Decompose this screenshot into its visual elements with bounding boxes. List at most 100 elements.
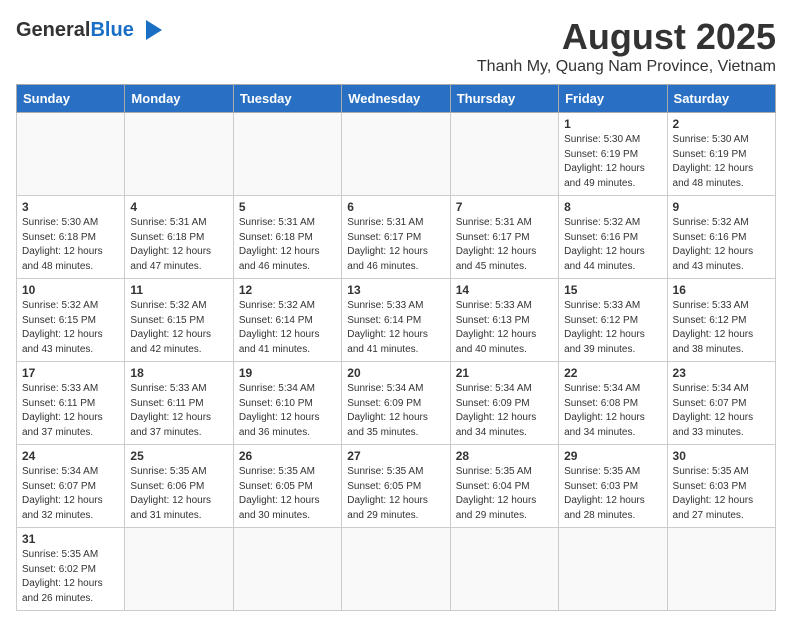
calendar-cell: 7 Sunrise: 5:31 AM Sunset: 6:17 PM Daylig… xyxy=(450,196,558,279)
day-number: 17 xyxy=(22,366,119,380)
calendar-cell: 22 Sunrise: 5:34 AM Sunset: 6:08 PM Dayli… xyxy=(559,362,667,445)
calendar-cell xyxy=(125,528,233,611)
day-info: Sunrise: 5:30 AM Sunset: 6:19 PM Dayligh… xyxy=(673,133,770,191)
calendar-cell: 1 Sunrise: 5:30 AM Sunset: 6:19 PM Daylig… xyxy=(559,113,667,196)
calendar-cell: 5Sunrise: 5:31 AM Sunset: 6:18 PM Daylig… xyxy=(233,196,341,279)
calendar-week-row: 31 Sunrise: 5:35 AM Sunset: 6:02 PM Dayli… xyxy=(17,528,776,611)
day-number: 11 xyxy=(130,283,227,297)
day-number: 8 xyxy=(564,200,661,214)
calendar-cell: 31 Sunrise: 5:35 AM Sunset: 6:02 PM Dayli… xyxy=(17,528,125,611)
day-info: Sunrise: 5:32 AM Sunset: 6:14 PM Dayligh… xyxy=(239,299,336,357)
day-number: 23 xyxy=(673,366,770,380)
day-number: 25 xyxy=(130,449,227,463)
calendar-cell xyxy=(17,113,125,196)
day-info: Sunrise: 5:35 AM Sunset: 6:05 PM Dayligh… xyxy=(347,465,444,523)
calendar-cell: 26 Sunrise: 5:35 AM Sunset: 6:05 PM Dayli… xyxy=(233,445,341,528)
day-info: Sunrise: 5:34 AM Sunset: 6:07 PM Dayligh… xyxy=(673,382,770,440)
calendar-cell: 15 Sunrise: 5:33 AM Sunset: 6:12 PM Dayli… xyxy=(559,279,667,362)
calendar-subtitle: Thanh My, Quang Nam Province, Vietnam xyxy=(477,58,776,76)
day-number: 10 xyxy=(22,283,119,297)
calendar-cell xyxy=(667,528,775,611)
day-info: Sunrise: 5:35 AM Sunset: 6:02 PM Dayligh… xyxy=(22,548,119,606)
weekday-header: Monday xyxy=(125,85,233,113)
calendar-cell: 20Sunrise: 5:34 AM Sunset: 6:09 PM Dayli… xyxy=(342,362,450,445)
day-number: 13 xyxy=(347,283,444,297)
calendar-cell xyxy=(233,528,341,611)
calendar-week-row: 3Sunrise: 5:30 AM Sunset: 6:18 PM Daylig… xyxy=(17,196,776,279)
calendar-week-row: 10 Sunrise: 5:32 AM Sunset: 6:15 PM Dayli… xyxy=(17,279,776,362)
day-number: 22 xyxy=(564,366,661,380)
calendar-cell xyxy=(233,113,341,196)
calendar-cell: 21Sunrise: 5:34 AM Sunset: 6:09 PM Dayli… xyxy=(450,362,558,445)
calendar-cell: 11Sunrise: 5:32 AM Sunset: 6:15 PM Dayli… xyxy=(125,279,233,362)
day-info: Sunrise: 5:30 AM Sunset: 6:18 PM Dayligh… xyxy=(22,216,119,274)
day-info: Sunrise: 5:35 AM Sunset: 6:03 PM Dayligh… xyxy=(673,465,770,523)
day-info: Sunrise: 5:35 AM Sunset: 6:06 PM Dayligh… xyxy=(130,465,227,523)
calendar-cell xyxy=(342,528,450,611)
calendar-cell xyxy=(342,113,450,196)
page-header: GeneralBlue August 2025 Thanh My, Quang … xyxy=(16,16,776,76)
day-info: Sunrise: 5:32 AM Sunset: 6:16 PM Dayligh… xyxy=(673,216,770,274)
day-info: Sunrise: 5:33 AM Sunset: 6:13 PM Dayligh… xyxy=(456,299,553,357)
weekday-header: Friday xyxy=(559,85,667,113)
calendar-week-row: 1 Sunrise: 5:30 AM Sunset: 6:19 PM Daylig… xyxy=(17,113,776,196)
calendar-cell: 13Sunrise: 5:33 AM Sunset: 6:14 PM Dayli… xyxy=(342,279,450,362)
day-info: Sunrise: 5:33 AM Sunset: 6:11 PM Dayligh… xyxy=(130,382,227,440)
calendar-cell: 23 Sunrise: 5:34 AM Sunset: 6:07 PM Dayli… xyxy=(667,362,775,445)
title-area: August 2025 Thanh My, Quang Nam Province… xyxy=(477,16,776,76)
day-number: 6 xyxy=(347,200,444,214)
calendar-cell: 18 Sunrise: 5:33 AM Sunset: 6:11 PM Dayli… xyxy=(125,362,233,445)
day-info: Sunrise: 5:35 AM Sunset: 6:05 PM Dayligh… xyxy=(239,465,336,523)
calendar-cell: 2 Sunrise: 5:30 AM Sunset: 6:19 PM Daylig… xyxy=(667,113,775,196)
weekday-header: Saturday xyxy=(667,85,775,113)
calendar-cell: 9Sunrise: 5:32 AM Sunset: 6:16 PM Daylig… xyxy=(667,196,775,279)
day-info: Sunrise: 5:34 AM Sunset: 6:08 PM Dayligh… xyxy=(564,382,661,440)
calendar-cell: 30 Sunrise: 5:35 AM Sunset: 6:03 PM Dayli… xyxy=(667,445,775,528)
calendar-cell: 12Sunrise: 5:32 AM Sunset: 6:14 PM Dayli… xyxy=(233,279,341,362)
day-number: 29 xyxy=(564,449,661,463)
calendar-cell xyxy=(125,113,233,196)
day-info: Sunrise: 5:35 AM Sunset: 6:03 PM Dayligh… xyxy=(564,465,661,523)
day-number: 15 xyxy=(564,283,661,297)
day-info: Sunrise: 5:31 AM Sunset: 6:17 PM Dayligh… xyxy=(456,216,553,274)
calendar-cell: 16 Sunrise: 5:33 AM Sunset: 6:12 PM Dayli… xyxy=(667,279,775,362)
weekday-header: Wednesday xyxy=(342,85,450,113)
day-number: 24 xyxy=(22,449,119,463)
calendar-cell: 8Sunrise: 5:32 AM Sunset: 6:16 PM Daylig… xyxy=(559,196,667,279)
day-number: 14 xyxy=(456,283,553,297)
day-info: Sunrise: 5:34 AM Sunset: 6:09 PM Dayligh… xyxy=(347,382,444,440)
day-number: 7 xyxy=(456,200,553,214)
calendar-week-row: 17 Sunrise: 5:33 AM Sunset: 6:11 PM Dayli… xyxy=(17,362,776,445)
weekday-header-row: SundayMondayTuesdayWednesdayThursdayFrid… xyxy=(17,85,776,113)
day-number: 27 xyxy=(347,449,444,463)
calendar-cell: 6Sunrise: 5:31 AM Sunset: 6:17 PM Daylig… xyxy=(342,196,450,279)
day-info: Sunrise: 5:33 AM Sunset: 6:11 PM Dayligh… xyxy=(22,382,119,440)
day-number: 26 xyxy=(239,449,336,463)
calendar-title: August 2025 xyxy=(477,16,776,58)
day-info: Sunrise: 5:33 AM Sunset: 6:12 PM Dayligh… xyxy=(564,299,661,357)
day-info: Sunrise: 5:33 AM Sunset: 6:12 PM Dayligh… xyxy=(673,299,770,357)
calendar-cell xyxy=(450,528,558,611)
day-number: 1 xyxy=(564,117,661,131)
day-number: 18 xyxy=(130,366,227,380)
day-info: Sunrise: 5:30 AM Sunset: 6:19 PM Dayligh… xyxy=(564,133,661,191)
day-number: 2 xyxy=(673,117,770,131)
calendar-cell: 17 Sunrise: 5:33 AM Sunset: 6:11 PM Dayli… xyxy=(17,362,125,445)
calendar-cell: 27 Sunrise: 5:35 AM Sunset: 6:05 PM Dayli… xyxy=(342,445,450,528)
day-number: 31 xyxy=(22,532,119,546)
day-info: Sunrise: 5:32 AM Sunset: 6:15 PM Dayligh… xyxy=(22,299,119,357)
calendar-cell xyxy=(559,528,667,611)
day-number: 5 xyxy=(239,200,336,214)
day-info: Sunrise: 5:34 AM Sunset: 6:09 PM Dayligh… xyxy=(456,382,553,440)
calendar-cell: 14 Sunrise: 5:33 AM Sunset: 6:13 PM Dayli… xyxy=(450,279,558,362)
calendar-table: SundayMondayTuesdayWednesdayThursdayFrid… xyxy=(16,84,776,611)
calendar-cell: 10 Sunrise: 5:32 AM Sunset: 6:15 PM Dayli… xyxy=(17,279,125,362)
weekday-header: Tuesday xyxy=(233,85,341,113)
calendar-cell: 3Sunrise: 5:30 AM Sunset: 6:18 PM Daylig… xyxy=(17,196,125,279)
calendar-cell xyxy=(450,113,558,196)
day-number: 30 xyxy=(673,449,770,463)
day-info: Sunrise: 5:31 AM Sunset: 6:18 PM Dayligh… xyxy=(130,216,227,274)
weekday-header: Sunday xyxy=(17,85,125,113)
logo: GeneralBlue xyxy=(16,16,166,44)
day-number: 16 xyxy=(673,283,770,297)
